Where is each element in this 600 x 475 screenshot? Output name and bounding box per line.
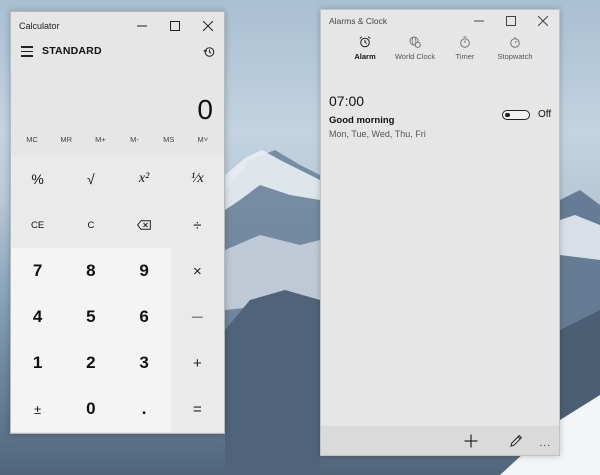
digit-6-button[interactable]: 6 xyxy=(117,294,171,340)
alarms-window: Alarms & Clock Alarm World Clock Timer S… xyxy=(320,9,560,456)
tab-timer[interactable]: Timer xyxy=(441,36,489,70)
negate-button[interactable]: ± xyxy=(11,386,65,432)
stopwatch-icon xyxy=(510,37,520,48)
digit-5-button[interactable]: 5 xyxy=(64,294,118,340)
memory-subtract-button[interactable]: M- xyxy=(120,135,150,144)
alarms-maximize-button[interactable] xyxy=(495,10,527,32)
memory-add-button[interactable]: M+ xyxy=(85,135,115,144)
calculator-display: 0 xyxy=(11,64,224,130)
alarm-icon xyxy=(359,36,371,48)
alarms-command-bar: ... xyxy=(321,426,559,455)
close-icon xyxy=(202,21,213,31)
alarms-close-button[interactable] xyxy=(527,10,559,32)
alarm-name: Good morning xyxy=(329,115,395,126)
digit-3-button[interactable]: 3 xyxy=(117,340,171,386)
backspace-icon xyxy=(137,220,151,230)
memory-row: MC MR M+ M- MS M˅ xyxy=(11,130,224,148)
tab-stopwatch-label: Stopwatch xyxy=(497,52,533,61)
keypad: % √ x² ¹⁄x CE C ÷ 7 8 9 × 4 5 6 — 1 2 3 … xyxy=(11,156,224,432)
minimize-icon xyxy=(136,25,147,27)
maximize-icon xyxy=(169,21,180,31)
display-value: 0 xyxy=(197,94,213,125)
close-button[interactable] xyxy=(191,12,224,40)
timer-icon xyxy=(460,36,470,48)
alarm-days: Mon, Tue, Wed, Thu, Fri xyxy=(329,129,426,139)
memory-clear-button[interactable]: MC xyxy=(17,135,47,144)
alarm-time: 07:00 xyxy=(329,93,365,109)
backspace-button[interactable] xyxy=(117,202,171,248)
reciprocal-button[interactable]: ¹⁄x xyxy=(170,156,224,202)
square-button[interactable]: x² xyxy=(117,156,171,202)
subtract-button[interactable]: — xyxy=(170,294,224,340)
percent-button[interactable]: % xyxy=(11,156,65,202)
digit-8-button[interactable]: 8 xyxy=(64,248,118,294)
tab-world-clock[interactable]: World Clock xyxy=(391,36,439,70)
close-icon xyxy=(538,16,548,26)
minimize-button[interactable] xyxy=(125,12,158,40)
digit-4-button[interactable]: 4 xyxy=(11,294,65,340)
tab-alarm-label: Alarm xyxy=(354,52,376,61)
history-icon[interactable] xyxy=(203,46,215,58)
alarm-toggle[interactable] xyxy=(502,110,530,120)
more-options-button[interactable]: ... xyxy=(540,438,551,449)
clear-button[interactable]: C xyxy=(64,202,118,248)
alarms-titlebar[interactable]: Alarms & Clock xyxy=(321,10,559,32)
decimal-button[interactable]: . xyxy=(117,386,171,432)
plus-icon xyxy=(464,434,478,448)
memory-store-button[interactable]: MS xyxy=(154,135,184,144)
add-button[interactable]: + xyxy=(170,340,224,386)
maximize-icon xyxy=(506,16,516,26)
calculator-title: Calculator xyxy=(19,21,60,31)
mode-label: STANDARD xyxy=(42,45,102,57)
world-clock-icon xyxy=(409,36,421,48)
square-root-button[interactable]: √ xyxy=(64,156,118,202)
minimize-icon xyxy=(474,20,484,22)
tab-world-clock-label: World Clock xyxy=(394,52,436,61)
tab-alarm[interactable]: Alarm xyxy=(341,36,389,70)
digit-7-button[interactable]: 7 xyxy=(11,248,65,294)
alarm-toggle-label: Off xyxy=(538,109,552,120)
divide-button[interactable]: ÷ xyxy=(170,202,224,248)
multiply-button[interactable]: × xyxy=(170,248,224,294)
digit-0-button[interactable]: 0 xyxy=(64,386,118,432)
alarms-title: Alarms & Clock xyxy=(329,16,388,26)
alarms-minimize-button[interactable] xyxy=(463,10,495,32)
tab-timer-label: Timer xyxy=(455,52,475,61)
menu-icon[interactable] xyxy=(21,46,33,58)
calculator-window: Calculator STANDARD 0 MC MR M+ M- MS M˅ … xyxy=(10,11,225,434)
alarm-item[interactable]: 07:00 Good morning Mon, Tue, Wed, Thu, F… xyxy=(321,90,559,146)
digit-1-button[interactable]: 1 xyxy=(11,340,65,386)
memory-list-button[interactable]: M˅ xyxy=(188,135,218,144)
equals-button[interactable]: = xyxy=(170,386,224,432)
digit-2-button[interactable]: 2 xyxy=(64,340,118,386)
pencil-icon xyxy=(510,434,523,447)
memory-recall-button[interactable]: MR xyxy=(51,135,81,144)
tab-stopwatch[interactable]: Stopwatch xyxy=(491,36,539,70)
alarms-tabs: Alarm World Clock Timer Stopwatch xyxy=(321,32,559,70)
digit-9-button[interactable]: 9 xyxy=(117,248,171,294)
add-alarm-button[interactable] xyxy=(463,433,479,449)
clear-entry-button[interactable]: CE xyxy=(11,202,65,248)
maximize-button[interactable] xyxy=(158,12,191,40)
calculator-titlebar[interactable]: Calculator xyxy=(11,12,224,40)
edit-alarms-button[interactable] xyxy=(508,433,524,449)
